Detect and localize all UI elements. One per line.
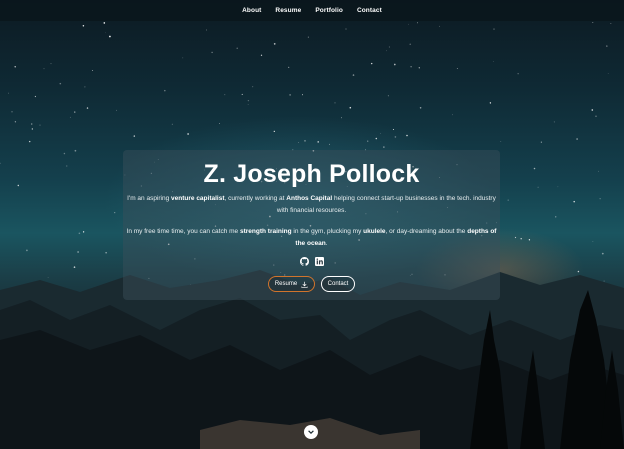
bio-paragraph-hobbies: In my free time time, you can catch me s… (123, 226, 500, 250)
bio-text: in the gym, plucking my (291, 228, 364, 235)
github-icon[interactable] (299, 257, 309, 266)
bio-highlight: venture capitalist (171, 195, 225, 202)
resume-button-label: Resume (274, 281, 298, 287)
chevron-down-icon (308, 430, 314, 435)
bio-text: , or day-dreaming about the (385, 228, 468, 235)
resume-download-button[interactable]: Resume (268, 276, 315, 292)
hero-page: About Resume Portfolio Contact Z. Joseph… (0, 0, 624, 449)
linkedin-icon[interactable] (314, 257, 324, 266)
bio-highlight: ukulele (363, 228, 386, 235)
nav-about[interactable]: About (242, 7, 261, 14)
nav-contact[interactable]: Contact (357, 7, 382, 14)
bio-text: , currently working at (224, 195, 287, 202)
social-links (123, 257, 500, 266)
action-buttons: Resume Contact (123, 276, 500, 292)
page-title: Z. Joseph Pollock (203, 160, 420, 188)
contact-button[interactable]: Contact (321, 276, 355, 292)
nav-portfolio[interactable]: Portfolio (315, 7, 343, 14)
top-navbar: About Resume Portfolio Contact (0, 0, 624, 21)
contact-button-label: Contact (327, 281, 349, 287)
bio-text: . (325, 240, 328, 247)
bio-highlight: strength training (239, 228, 292, 235)
download-icon (301, 281, 308, 288)
bio-text: In my free time time, you can catch me (126, 228, 240, 235)
scroll-down-button[interactable] (304, 425, 318, 439)
nav-resume[interactable]: Resume (275, 7, 301, 14)
bio-text: I'm an aspiring (127, 195, 172, 202)
bio-highlight: Anthos Capital (286, 195, 333, 202)
bio-paragraph-work: I'm an aspiring venture capitalist, curr… (123, 193, 500, 217)
intro-card: Z. Joseph Pollock I'm an aspiring ventur… (123, 150, 500, 300)
